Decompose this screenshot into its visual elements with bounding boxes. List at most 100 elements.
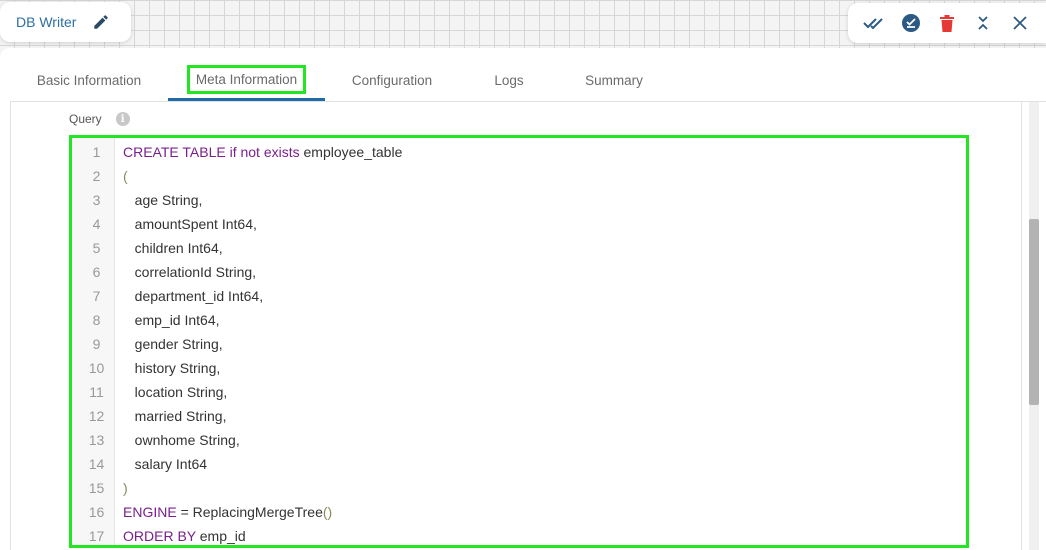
code-token: location String, bbox=[123, 384, 228, 400]
code-line: 13 ownhome String, bbox=[72, 428, 966, 452]
edit-pencil-icon[interactable] bbox=[92, 13, 110, 31]
tab-meta-information[interactable]: Meta Information bbox=[168, 60, 325, 101]
divider bbox=[10, 102, 11, 550]
tab-configuration[interactable]: Configuration bbox=[325, 60, 459, 101]
code-token: ( bbox=[123, 168, 128, 184]
code-text: history String, bbox=[115, 360, 221, 376]
code-line: 1 CREATE TABLE if not exists employee_tab… bbox=[72, 140, 966, 164]
tab-label: Meta Information bbox=[186, 64, 307, 94]
code-line: 6 correlationId String, bbox=[72, 260, 966, 284]
tab-bar: Basic Information Meta Information Confi… bbox=[10, 60, 1046, 102]
code-text: ( bbox=[115, 168, 128, 184]
code-token: salary Int64 bbox=[123, 456, 208, 472]
code-token: history String, bbox=[123, 360, 221, 376]
code-text: ORDER BY emp_id bbox=[115, 528, 246, 544]
component-title-card: DB Writer bbox=[0, 2, 131, 42]
close-button[interactable] bbox=[1009, 12, 1031, 34]
line-number: 9 bbox=[92, 336, 101, 352]
code-line: 7 department_id Int64, bbox=[72, 284, 966, 308]
validate-button[interactable] bbox=[863, 12, 885, 34]
code-line: 4 amountSpent Int64, bbox=[72, 212, 966, 236]
line-number: 13 bbox=[88, 432, 105, 448]
delete-button[interactable] bbox=[936, 12, 958, 34]
code-text: salary Int64 bbox=[115, 456, 207, 472]
save-button[interactable] bbox=[900, 12, 922, 34]
line-number: 16 bbox=[88, 504, 105, 520]
code-token: emp_id bbox=[195, 528, 246, 544]
code-line: 9 gender String, bbox=[72, 332, 966, 356]
code-line: 11 location String, bbox=[72, 380, 966, 404]
check-circle-icon bbox=[901, 14, 920, 32]
code-text: ) bbox=[115, 480, 128, 496]
tab-label: Summary bbox=[585, 73, 643, 88]
tab-label: Configuration bbox=[351, 73, 433, 88]
code-token: ORDER BY bbox=[123, 528, 196, 544]
code-text: department_id Int64, bbox=[115, 288, 263, 304]
code-text: age String, bbox=[115, 192, 203, 208]
code-token: = ReplacingMergeTree bbox=[176, 504, 323, 520]
component-panel: Basic Information Meta Information Confi… bbox=[0, 48, 1046, 550]
info-icon[interactable]: i bbox=[115, 112, 130, 126]
code-token: age String, bbox=[123, 192, 203, 208]
code-token: department_id Int64, bbox=[123, 288, 264, 304]
tab-logs[interactable]: Logs bbox=[459, 60, 559, 101]
line-number: 2 bbox=[92, 168, 101, 184]
action-toolbar bbox=[848, 3, 1046, 43]
code-line: 15) bbox=[72, 476, 966, 500]
line-number: 1 bbox=[92, 144, 101, 160]
line-number: 8 bbox=[92, 312, 101, 328]
tab-label: Basic Information bbox=[36, 73, 142, 88]
close-icon bbox=[1013, 16, 1027, 30]
code-line: 17 ORDER BY emp_id bbox=[72, 524, 966, 545]
code-text: gender String, bbox=[115, 336, 223, 352]
code-token: () bbox=[322, 504, 333, 520]
line-number: 11 bbox=[89, 384, 104, 400]
code-text: ownhome String, bbox=[115, 432, 240, 448]
code-token: ownhome String, bbox=[123, 432, 240, 448]
line-number: 6 bbox=[92, 264, 101, 280]
code-token: children Int64, bbox=[123, 240, 223, 256]
code-token: gender String, bbox=[123, 336, 223, 352]
scrollbar-thumb[interactable] bbox=[1029, 219, 1039, 405]
tab-summary[interactable]: Summary bbox=[559, 60, 669, 101]
code-token: correlationId String, bbox=[123, 264, 257, 280]
collapse-button[interactable] bbox=[972, 12, 994, 34]
line-number: 5 bbox=[92, 240, 101, 256]
line-number: 3 bbox=[92, 192, 101, 208]
code-line: 14 salary Int64 bbox=[72, 452, 966, 476]
scrollbar[interactable] bbox=[1029, 102, 1039, 550]
query-label: Query bbox=[69, 112, 102, 126]
line-number: 15 bbox=[88, 480, 105, 496]
code-line: 3 age String, bbox=[72, 188, 966, 212]
code-text: location String, bbox=[115, 384, 228, 400]
divider bbox=[1021, 102, 1022, 550]
code-text: emp_id Int64, bbox=[115, 312, 220, 328]
code-token: emp_id Int64, bbox=[123, 312, 220, 328]
code-text: correlationId String, bbox=[115, 264, 256, 280]
query-editor[interactable]: 1 CREATE TABLE if not exists employee_tab… bbox=[69, 135, 969, 548]
line-number: 7 bbox=[92, 288, 101, 304]
code-text: CREATE TABLE if not exists employee_tabl… bbox=[115, 144, 402, 160]
code-line: 16 ENGINE = ReplacingMergeTree() bbox=[72, 500, 966, 524]
double-check-icon bbox=[863, 18, 883, 30]
line-number: 12 bbox=[88, 408, 105, 424]
query-label-row: Query i bbox=[69, 112, 130, 126]
code-line: 5 children Int64, bbox=[72, 236, 966, 260]
tab-basic-information[interactable]: Basic Information bbox=[10, 60, 168, 101]
line-number: 4 bbox=[92, 216, 101, 232]
code-line: 8 emp_id Int64, bbox=[72, 308, 966, 332]
code-token: married String, bbox=[123, 408, 227, 424]
tab-label: Logs bbox=[494, 73, 524, 88]
code-line: 10 history String, bbox=[72, 356, 966, 380]
code-line: 2( bbox=[72, 164, 966, 188]
trash-icon bbox=[939, 14, 954, 32]
code-token: CREATE TABLE if not exists bbox=[123, 144, 300, 160]
code-token: employee_table bbox=[299, 144, 403, 160]
line-number: 14 bbox=[88, 456, 105, 472]
code-text: children Int64, bbox=[115, 240, 223, 256]
code-line: 12 married String, bbox=[72, 404, 966, 428]
code-text: amountSpent Int64, bbox=[115, 216, 257, 232]
collapse-icon bbox=[978, 16, 988, 30]
code-token: ) bbox=[123, 480, 128, 496]
code-text: married String, bbox=[115, 408, 227, 424]
